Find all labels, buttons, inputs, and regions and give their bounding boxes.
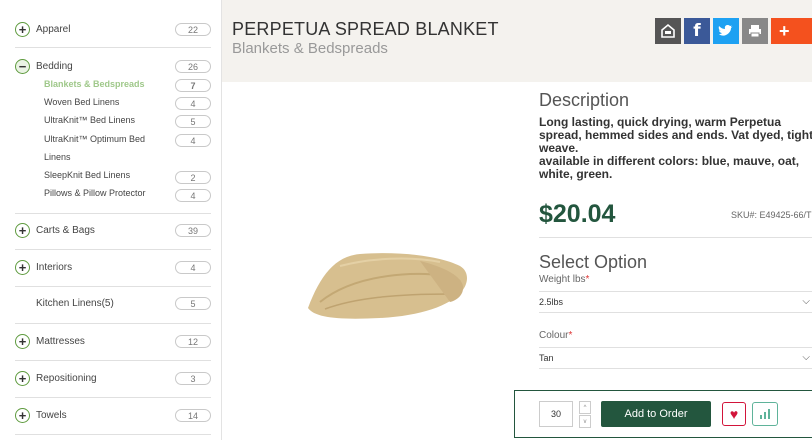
category-towels[interactable]: + Towels 14 <box>15 408 211 423</box>
subcategory-blankets-bedspreads[interactable]: Blankets & Bedspreads 7 <box>44 79 211 92</box>
category-apparel[interactable]: + Apparel 22 <box>15 22 211 37</box>
description-text: Long lasting, quick drying, warm Perpetu… <box>539 115 812 155</box>
bar-chart-icon <box>764 412 766 419</box>
subcategory-sleepknit-bed-linens[interactable]: SleepKnit Bed Linens 2 <box>44 170 211 184</box>
subcategory-ultraknit-bed-linens[interactable]: UltraKnit™ Bed Linens 5 <box>44 115 211 128</box>
category-carts-bags[interactable]: + Carts & Bags 39 <box>15 223 211 238</box>
category-count-badge: 39 <box>175 224 211 237</box>
description-heading: Description <box>539 90 630 110</box>
subcategory-label[interactable]: SleepKnit Bed Linens <box>44 170 130 180</box>
print-ticket-icon <box>661 23 675 38</box>
subcategory-count-badge: 4 <box>175 134 211 147</box>
colour-select-value: Tan <box>539 353 554 363</box>
quantity-input[interactable]: 30 <box>539 401 573 427</box>
select-option-heading: Select Option <box>539 252 648 272</box>
category-divider <box>15 434 211 435</box>
print-ticket-button[interactable] <box>655 18 681 44</box>
category-kitchen-linens[interactable]: Kitchen Linens(5) 5 <box>15 297 211 310</box>
facebook-share-button[interactable]: f <box>684 18 710 44</box>
colour-label: Colour* <box>539 330 572 341</box>
category-mattresses[interactable]: + Mattresses 12 <box>15 334 211 349</box>
subcategory-label[interactable]: UltraKnit™ Optimum Bed <box>44 134 145 144</box>
required-mark: * <box>585 274 590 285</box>
weight-select-value: 2.5lbs <box>539 297 564 307</box>
weight-select[interactable]: 2.5lbs ⌵ <box>539 291 812 313</box>
category-divider <box>15 249 211 250</box>
subcategory-count-badge: 4 <box>175 189 211 202</box>
required-mark: * <box>568 330 573 341</box>
category-bedding[interactable]: − Bedding 26 <box>15 59 211 74</box>
print-icon <box>749 25 761 38</box>
more-share-icon: + <box>779 20 790 41</box>
bar-chart-icon <box>760 415 762 419</box>
quantity-decrease-button[interactable]: v <box>579 415 591 428</box>
category-divider <box>15 213 211 214</box>
category-count-badge: 4 <box>175 261 211 274</box>
facebook-icon: f <box>693 21 701 41</box>
expand-icon[interactable]: + <box>15 223 30 238</box>
subcategory-label[interactable]: Linens <box>44 152 71 162</box>
subcategory-label[interactable]: Blankets & Bedspreads <box>44 79 145 89</box>
category-divider <box>15 286 211 287</box>
category-divider <box>15 397 211 398</box>
category-count-badge: 5 <box>175 297 211 310</box>
weight-label-text: Weight lbs <box>539 274 586 285</box>
colour-label-text: Colour <box>539 330 569 341</box>
subcategory-ultraknit-optimum[interactable]: UltraKnit™ Optimum Bed 4 <box>44 134 211 147</box>
product-image <box>308 253 467 319</box>
expand-icon[interactable]: + <box>15 260 30 275</box>
category-count-badge: 22 <box>175 23 211 36</box>
subcategory-pillows[interactable]: Pillows & Pillow Protector 4 <box>44 188 211 202</box>
category-interiors[interactable]: + Interiors 4 <box>15 260 211 275</box>
subcategory-count-badge: 2 <box>175 171 211 184</box>
category-divider <box>15 47 211 48</box>
subcategory-label[interactable]: UltraKnit™ Bed Linens <box>44 115 135 125</box>
twitter-icon <box>718 25 733 36</box>
heart-icon: ♥ <box>729 406 739 422</box>
subcategory-woven-bed-linens[interactable]: Woven Bed Linens 4 <box>44 97 211 110</box>
description-colors: available in different colors: blue, mau… <box>539 154 800 181</box>
print-button[interactable] <box>742 18 768 44</box>
expand-icon[interactable]: + <box>15 371 30 386</box>
chevron-up-icon: ^ <box>583 404 587 411</box>
expand-icon[interactable]: + <box>15 22 30 37</box>
collapse-icon[interactable]: − <box>15 59 30 74</box>
quantity-increase-button[interactable]: ^ <box>579 401 591 414</box>
product-price: $20.04 <box>539 200 616 228</box>
product-description: Long lasting, quick drying, warm Perpetu… <box>539 116 812 181</box>
wishlist-button[interactable]: ♥ <box>722 402 746 426</box>
expand-icon[interactable]: + <box>15 408 30 423</box>
colour-select[interactable]: Tan ⌵ <box>539 347 812 369</box>
expand-icon[interactable]: + <box>15 334 30 349</box>
product-sku: SKU#: E49425-66/T <box>731 210 812 220</box>
bar-chart-icon <box>768 409 770 419</box>
product-category: Blankets & Bedspreads <box>232 40 388 57</box>
subcategory-count-badge: 4 <box>175 97 211 110</box>
category-repositioning[interactable]: + Repositioning 3 <box>15 371 211 386</box>
subcategory-label[interactable]: Woven Bed Linens <box>44 97 119 107</box>
category-count-badge: 26 <box>175 60 211 73</box>
chevron-down-icon: ⌵ <box>802 296 810 307</box>
weight-label: Weight lbs* <box>539 274 589 285</box>
twitter-share-button[interactable] <box>713 18 739 44</box>
category-divider <box>15 360 211 361</box>
product-title: PERPETUA SPREAD BLANKET <box>232 19 499 39</box>
chevron-down-icon: v <box>583 418 587 425</box>
compare-button[interactable] <box>752 402 778 426</box>
category-sidebar: + Apparel 22 − Bedding 26 Blankets & Bed… <box>0 0 222 440</box>
add-to-order-button[interactable]: Add to Order <box>601 401 711 427</box>
category-count-badge: 14 <box>175 409 211 422</box>
category-count-badge: 12 <box>175 335 211 348</box>
details-divider <box>539 237 812 238</box>
subcategory-ultraknit-optimum-cont[interactable]: Linens <box>44 152 211 162</box>
subcategory-count-badge: 5 <box>175 115 211 128</box>
category-count-badge: 3 <box>175 372 211 385</box>
category-divider <box>15 323 211 324</box>
more-share-button[interactable]: + <box>771 18 812 44</box>
subcategory-label[interactable]: Pillows & Pillow Protector <box>44 188 146 198</box>
subcategory-count-badge: 7 <box>175 79 211 92</box>
chevron-down-icon: ⌵ <box>802 352 810 363</box>
